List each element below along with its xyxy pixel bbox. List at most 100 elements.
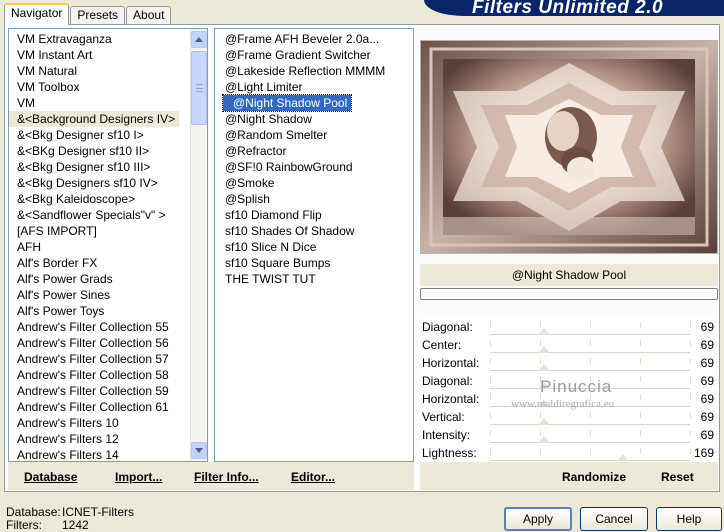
parameter-slider[interactable]: Center: 69 xyxy=(420,336,718,354)
parameter-slider[interactable]: Horizontal: 69 xyxy=(420,354,718,372)
category-label: &<BKg Designer sf10 II> xyxy=(17,144,150,158)
category-item[interactable]: &<Sandflower Specials"v" > xyxy=(9,207,207,223)
category-item[interactable]: VM Toolbox xyxy=(9,79,207,95)
category-label: &<Background Designers IV> xyxy=(9,111,180,127)
slider-label: Diagonal: xyxy=(422,320,473,334)
scroll-thumb[interactable] xyxy=(191,51,207,125)
database-button[interactable]: Database xyxy=(24,470,77,484)
tab-about[interactable]: About xyxy=(126,6,172,25)
editor-button[interactable]: Editor... xyxy=(291,470,335,484)
slider-thumb[interactable] xyxy=(538,328,551,335)
parameter-slider[interactable]: Lightness: 169 xyxy=(420,444,718,462)
category-item[interactable]: Andrew's Filter Collection 55 xyxy=(9,319,207,335)
category-item[interactable]: Alf's Power Grads xyxy=(9,271,207,287)
slider-thumb[interactable] xyxy=(538,364,551,371)
help-button[interactable]: Help xyxy=(656,507,722,531)
filter-item[interactable]: sf10 Square Bumps xyxy=(215,255,413,271)
parameter-slider[interactable]: Vertical: 69 xyxy=(420,408,718,426)
filter-item[interactable]: @Lakeside Reflection MMMM xyxy=(215,63,413,79)
preview-artwork xyxy=(421,41,717,253)
category-item[interactable]: VM Instant Art xyxy=(9,47,207,63)
category-item[interactable]: AFH xyxy=(9,239,207,255)
filter-item[interactable]: @Refractor xyxy=(215,143,413,159)
category-item[interactable]: Andrew's Filter Collection 61 xyxy=(9,399,207,415)
category-item[interactable]: Andrew's Filter Collection 59 xyxy=(9,383,207,399)
category-item[interactable]: VM xyxy=(9,95,207,111)
filter-item[interactable]: sf10 Shades Of Shadow xyxy=(215,223,413,239)
category-item[interactable]: Andrew's Filter Collection 58 xyxy=(9,367,207,383)
slider-thumb[interactable] xyxy=(616,454,629,461)
category-item[interactable]: Andrew's Filter Collection 56 xyxy=(9,335,207,351)
category-item[interactable]: Andrew's Filters 14 xyxy=(9,447,207,461)
category-item[interactable]: &<Bkg Designer sf10 I> xyxy=(9,127,207,143)
filter-item[interactable]: @Smoke xyxy=(215,175,413,191)
category-item[interactable]: Alf's Power Sines xyxy=(9,287,207,303)
slider-track[interactable] xyxy=(490,370,690,371)
filter-item[interactable]: @Splish xyxy=(215,191,413,207)
filter-item[interactable]: @SF!0 RainbowGround xyxy=(215,159,413,175)
category-item[interactable]: Andrew's Filter Collection 57 xyxy=(9,351,207,367)
arrow-down-icon xyxy=(195,448,203,453)
slider-track[interactable] xyxy=(490,460,690,461)
slider-thumb[interactable] xyxy=(538,436,551,443)
slider-thumb[interactable] xyxy=(538,346,551,353)
cancel-button[interactable]: Cancel xyxy=(580,507,648,531)
category-item[interactable]: Andrew's Filters 10 xyxy=(9,415,207,431)
category-item[interactable]: Alf's Border FX xyxy=(9,255,207,271)
slider-label: Horizontal: xyxy=(422,392,480,406)
category-item[interactable]: &<Bkg Kaleidoscope> xyxy=(9,191,207,207)
slider-track[interactable] xyxy=(490,442,690,443)
parameter-slider[interactable]: Intensity: 69 xyxy=(420,426,718,444)
filter-list[interactable]: @Frame AFH Beveler 2.0a... @Frame Gradien… xyxy=(214,28,414,462)
filter-items: @Frame AFH Beveler 2.0a... @Frame Gradien… xyxy=(215,31,413,287)
filter-item[interactable]: @Night Shadow xyxy=(215,111,413,127)
filter-item[interactable]: sf10 Diamond Flip xyxy=(215,207,413,223)
parameter-slider[interactable]: Diagonal: 69 xyxy=(420,318,718,336)
scroll-up-button[interactable] xyxy=(191,31,207,48)
tab-presets[interactable]: Presets xyxy=(70,6,126,25)
filter-item[interactable]: @Night Shadow Pool xyxy=(215,94,413,112)
category-item[interactable]: &<Bkg Designers sf10 IV> xyxy=(9,175,207,191)
category-item[interactable]: Andrew's Filters 12 xyxy=(9,431,207,447)
tab-strip: Navigator Presets About xyxy=(4,3,172,25)
scroll-down-button[interactable] xyxy=(191,442,207,459)
category-scrollbar[interactable] xyxy=(190,29,207,461)
randomize-button[interactable]: Randomize xyxy=(562,470,626,484)
category-item[interactable]: &<Background Designers IV> xyxy=(9,111,207,127)
filter-info-button[interactable]: Filter Info... xyxy=(194,470,259,484)
filter-item[interactable]: THE TWIST TUT xyxy=(215,271,413,287)
filter-item[interactable]: sf10 Slice N Dice xyxy=(215,239,413,255)
category-label: AFH xyxy=(17,240,41,254)
filter-item[interactable]: @Light Limiter xyxy=(215,79,413,95)
filters-label: Filters: xyxy=(6,518,42,532)
category-item[interactable]: &<Bkg Designer sf10 III> xyxy=(9,159,207,175)
slider-track[interactable] xyxy=(490,334,690,335)
apply-button[interactable]: Apply xyxy=(504,507,572,531)
import-button[interactable]: Import... xyxy=(115,470,162,484)
slider-value: 69 xyxy=(700,428,714,442)
category-label: Andrew's Filters 12 xyxy=(17,432,119,446)
slider-tick xyxy=(690,448,691,454)
preview-image xyxy=(420,40,718,254)
filter-item[interactable]: @Random Smelter xyxy=(215,127,413,143)
category-item[interactable]: VM Natural xyxy=(9,63,207,79)
category-item[interactable]: &<BKg Designer sf10 II> xyxy=(9,143,207,159)
category-item[interactable]: [AFS IMPORT] xyxy=(9,223,207,239)
slider-tick xyxy=(590,412,591,418)
filter-label: sf10 Slice N Dice xyxy=(225,240,317,254)
category-label: Andrew's Filter Collection 57 xyxy=(17,352,169,366)
slider-track[interactable] xyxy=(490,424,690,425)
filter-item[interactable]: @Frame Gradient Switcher xyxy=(215,47,413,63)
category-list[interactable]: VM Extravaganza VM Instant Art VM Natural V… xyxy=(8,28,208,462)
watermark-title: Pinuccia xyxy=(540,377,613,396)
slider-label: Intensity: xyxy=(422,428,471,442)
filter-item[interactable]: @Frame AFH Beveler 2.0a... xyxy=(215,31,413,47)
category-item[interactable]: VM Extravaganza xyxy=(9,31,207,47)
tab-navigator[interactable]: Navigator xyxy=(4,3,70,25)
slider-thumb[interactable] xyxy=(538,418,551,425)
category-label: &<Bkg Designer sf10 I> xyxy=(17,128,144,142)
slider-track[interactable] xyxy=(490,352,690,353)
category-item[interactable]: Alf's Power Toys xyxy=(9,303,207,319)
selected-filter-title: @Night Shadow Pool xyxy=(420,264,718,286)
reset-button[interactable]: Reset xyxy=(661,470,694,484)
